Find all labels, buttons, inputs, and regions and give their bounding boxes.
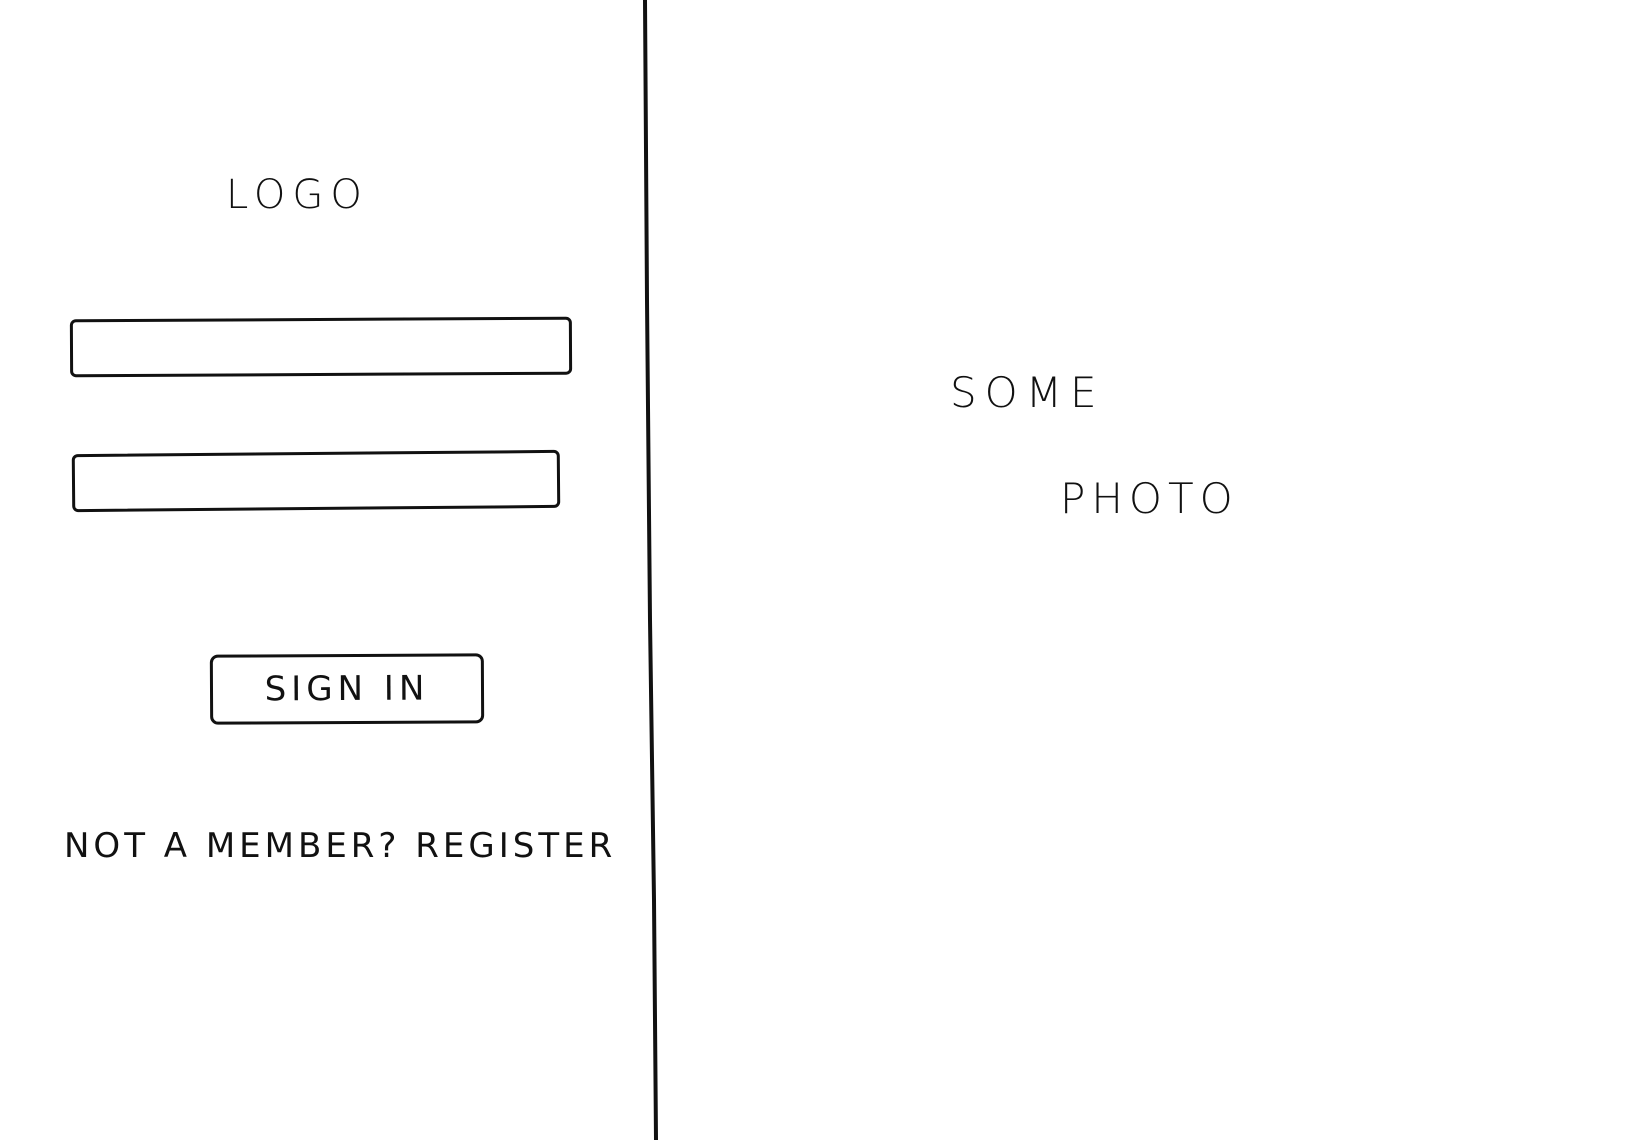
sign-in-button[interactable]: SIGN IN [209,653,485,725]
register-row: NOT A MEMBER? REGISTER [64,826,616,866]
login-sketch-page: LOGO SIGN IN NOT A MEMBER? REGISTER SOME… [0,0,1640,1140]
register-prompt: NOT A MEMBER? [64,826,401,866]
login-input-1[interactable] [69,316,573,378]
photo-placeholder: SOME PHOTO [660,0,1640,1140]
login-input-2[interactable] [71,449,561,513]
photo-placeholder-line-1: SOME [950,368,1105,417]
photo-placeholder-line-2: PHOTO [1060,474,1239,523]
logo: LOGO [226,172,369,218]
login-panel: LOGO SIGN IN NOT A MEMBER? REGISTER [0,0,650,1140]
register-link[interactable]: REGISTER [415,826,616,866]
